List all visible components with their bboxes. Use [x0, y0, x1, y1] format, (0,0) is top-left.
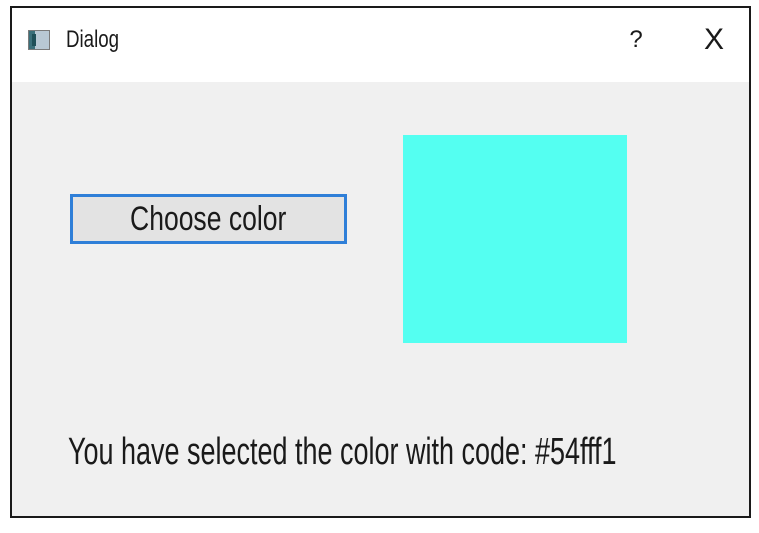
selected-color-label: You have selected the color with code: #… — [68, 431, 617, 473]
choose-color-button-label: Choose color — [130, 200, 287, 238]
app-window-icon — [28, 30, 50, 50]
dialog-window: Dialog ? X Choose color You have selecte… — [10, 6, 751, 518]
color-preview-swatch — [403, 135, 627, 343]
window-title: Dialog — [66, 26, 120, 53]
title-bar: Dialog ? X — [12, 8, 749, 82]
help-button[interactable]: ? — [622, 20, 650, 60]
close-button[interactable]: X — [694, 20, 734, 60]
choose-color-button[interactable]: Choose color — [70, 194, 347, 244]
